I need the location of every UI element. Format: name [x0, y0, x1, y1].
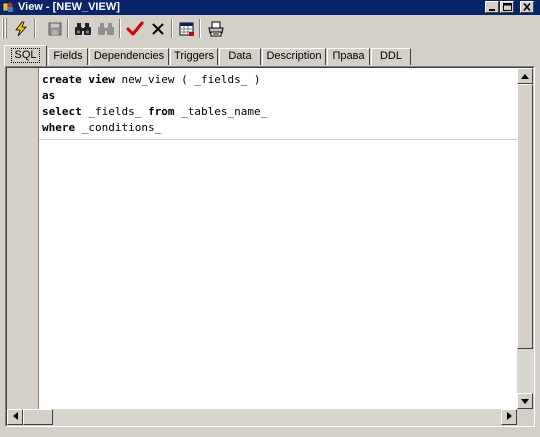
- vertical-scrollbar[interactable]: [517, 68, 533, 409]
- toolbar-separator: [34, 19, 36, 38]
- tab-ddl[interactable]: DDL: [371, 48, 411, 65]
- scroll-up-button[interactable]: [517, 68, 533, 84]
- find-next-button[interactable]: [95, 18, 116, 39]
- sql-keyword: as: [42, 89, 56, 102]
- sql-text-area[interactable]: create view new_view ( _fields_ ) as selec…: [39, 68, 517, 409]
- tab-label: Description: [266, 50, 322, 62]
- toolbar: [0, 15, 540, 42]
- sql-keyword: from: [147, 105, 175, 118]
- arrow-left-icon: [12, 411, 18, 423]
- tab-label: Dependencies: [93, 50, 165, 62]
- rollback-button[interactable]: [147, 18, 168, 39]
- horizontal-scrollbar[interactable]: [7, 409, 517, 425]
- toolbar-separator: [199, 19, 201, 38]
- print-button[interactable]: [205, 18, 226, 39]
- x-mark-icon: [150, 21, 166, 37]
- binoculars-next-icon: [97, 21, 115, 37]
- find-button[interactable]: [72, 18, 93, 39]
- tab-description[interactable]: Description: [262, 48, 326, 65]
- horizontal-scroll-thumb[interactable]: [23, 409, 53, 425]
- title-bar[interactable]: View - [NEW_VIEW]: [0, 0, 540, 15]
- scroll-left-button[interactable]: [7, 409, 23, 425]
- commit-button[interactable]: [124, 18, 145, 39]
- toolbar-grip[interactable]: [5, 18, 7, 39]
- printer-icon: [207, 21, 225, 37]
- window-title: View - [NEW_VIEW]: [18, 1, 120, 13]
- tab-label: Права: [332, 50, 365, 62]
- tab-dependencies[interactable]: Dependencies: [89, 48, 169, 65]
- tab-label: Data: [228, 50, 252, 62]
- checkmark-icon: [126, 21, 144, 37]
- close-button[interactable]: [520, 1, 534, 13]
- toolbar-separator: [119, 19, 121, 38]
- code-line: where _conditions_: [42, 120, 161, 136]
- tab-sql[interactable]: SQL: [4, 45, 47, 66]
- sql-text: _conditions_: [75, 121, 162, 134]
- tab-label: SQL: [11, 48, 40, 63]
- arrow-right-icon: [506, 411, 512, 423]
- binoculars-icon: [74, 21, 92, 37]
- grid-window-icon: [179, 21, 195, 37]
- save-button[interactable]: [44, 18, 65, 39]
- tab-strip: SQL Fields Dependencies Triggers Data De…: [0, 42, 540, 66]
- tab-data[interactable]: Data: [219, 48, 261, 65]
- toolbar-separator: [67, 19, 69, 38]
- toolbar-grip[interactable]: [2, 18, 4, 39]
- tab-triggers[interactable]: Triggers: [170, 48, 218, 65]
- minimize-button[interactable]: [485, 1, 499, 13]
- tab-label: DDL: [379, 50, 402, 62]
- scroll-right-button[interactable]: [501, 409, 517, 425]
- compile-button[interactable]: [10, 18, 31, 39]
- scroll-corner: [517, 409, 533, 425]
- tab-label: Fields: [53, 50, 83, 62]
- sql-editor: create view new_view ( _fields_ ) as selec…: [5, 66, 535, 427]
- vertical-scroll-thumb[interactable]: [517, 84, 533, 349]
- toolbar-separator: [171, 19, 173, 38]
- scroll-down-button[interactable]: [517, 393, 533, 409]
- sql-text: _fields_: [81, 105, 148, 118]
- view-app-icon: [2, 1, 14, 13]
- sql-keyword: select: [42, 105, 82, 118]
- code-line: create view new_view ( _fields_ ): [42, 72, 261, 88]
- tab-fields[interactable]: Fields: [48, 48, 88, 65]
- arrow-down-icon: [521, 395, 529, 407]
- floppy-disk-icon: [47, 21, 63, 37]
- properties-button[interactable]: [176, 18, 197, 39]
- line-gutter[interactable]: [7, 68, 39, 409]
- lightning-icon: [13, 21, 29, 37]
- code-line: as: [42, 88, 55, 104]
- code-line: select _fields_ from _tables_name_: [42, 104, 267, 120]
- arrow-up-icon: [521, 70, 529, 82]
- view-window: View - [NEW_VIEW] SQL Fields Dependencie…: [0, 0, 540, 437]
- sql-text: new_view ( _fields_ ): [114, 73, 261, 86]
- sql-keyword: where: [42, 121, 76, 134]
- sql-keyword: create view: [42, 73, 115, 86]
- tab-prava[interactable]: Права: [327, 48, 370, 65]
- maximize-button[interactable]: [500, 1, 514, 13]
- sql-text: _tables_name_: [174, 105, 268, 118]
- tab-label: Triggers: [174, 50, 214, 62]
